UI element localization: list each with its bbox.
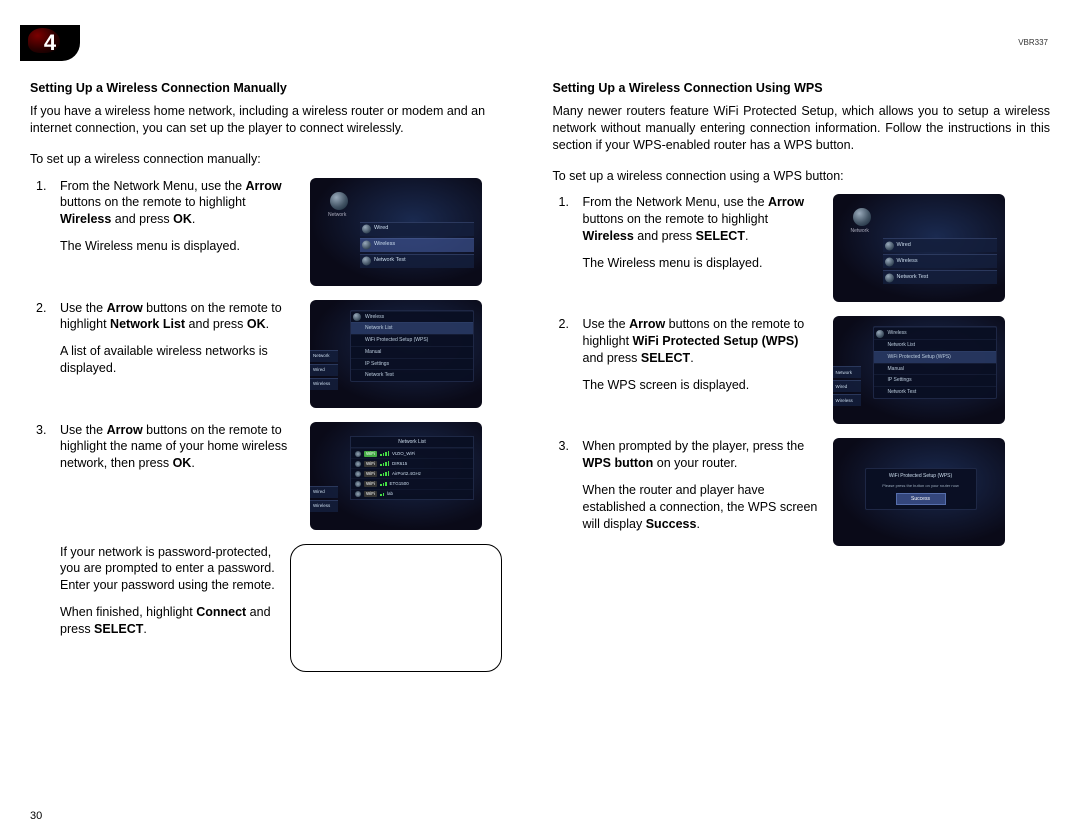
- thumb-wps-network-menu: Network Wired Wireless Network Test: [833, 194, 1005, 302]
- wps-step-1-text: From the Network Menu, use the Arrow but…: [583, 194, 823, 282]
- step-2-text: Use the Arrow buttons on the remote to h…: [60, 300, 300, 388]
- chapter-number: 4: [44, 28, 56, 58]
- lead-manual: To set up a wireless connection manually…: [30, 151, 528, 168]
- wps-step-1: From the Network Menu, use the Arrow but…: [553, 194, 1051, 302]
- blank-placeholder-box: [290, 544, 502, 672]
- thumb-wps-submenu: Network Wired Wireless Wireless Network …: [833, 316, 1005, 424]
- page-content: Setting Up a Wireless Connection Manuall…: [30, 80, 1050, 814]
- thumb-wps-success: WiFi Protected Setup (WPS) Please press …: [833, 438, 1005, 546]
- right-column: Setting Up a Wireless Connection Using W…: [553, 80, 1051, 814]
- wps-step-2-text: Use the Arrow buttons on the remote to h…: [583, 316, 823, 404]
- model-code: VBR337: [1018, 38, 1048, 49]
- steps-manual: From the Network Menu, use the Arrow but…: [30, 178, 528, 672]
- step-1: From the Network Menu, use the Arrow but…: [30, 178, 528, 286]
- wps-step-2: Use the Arrow buttons on the remote to h…: [553, 316, 1051, 424]
- step-2: Use the Arrow buttons on the remote to h…: [30, 300, 528, 408]
- intro-manual: If you have a wireless home network, inc…: [30, 103, 528, 137]
- section-title-manual: Setting Up a Wireless Connection Manuall…: [30, 80, 528, 97]
- step-1-text: From the Network Menu, use the Arrow but…: [60, 178, 300, 266]
- lead-wps: To set up a wireless connection using a …: [553, 168, 1051, 185]
- thumb-network-list: Wired Wireless Network List WiFiVIZIO_Wi…: [310, 422, 482, 530]
- steps-wps: From the Network Menu, use the Arrow but…: [553, 194, 1051, 546]
- wps-step-3: When prompted by the player, press the W…: [553, 438, 1051, 546]
- step-3: Use the Arrow buttons on the remote to h…: [30, 422, 528, 530]
- section-title-wps: Setting Up a Wireless Connection Using W…: [553, 80, 1051, 97]
- step-password: If your network is password-protected, y…: [30, 544, 528, 672]
- chapter-badge: 4: [20, 25, 80, 61]
- thumb-wireless-submenu: Network Wired Wireless Wireless Network …: [310, 300, 482, 408]
- wps-step-3-text: When prompted by the player, press the W…: [583, 438, 823, 542]
- step-password-text: If your network is password-protected, y…: [60, 544, 290, 648]
- left-column: Setting Up a Wireless Connection Manuall…: [30, 80, 528, 814]
- step-3-text: Use the Arrow buttons on the remote to h…: [60, 422, 300, 483]
- page-number: 30: [30, 809, 42, 824]
- intro-wps: Many newer routers feature WiFi Protecte…: [553, 103, 1051, 154]
- thumb-network-menu: Network Wired Wireless Network Test: [310, 178, 482, 286]
